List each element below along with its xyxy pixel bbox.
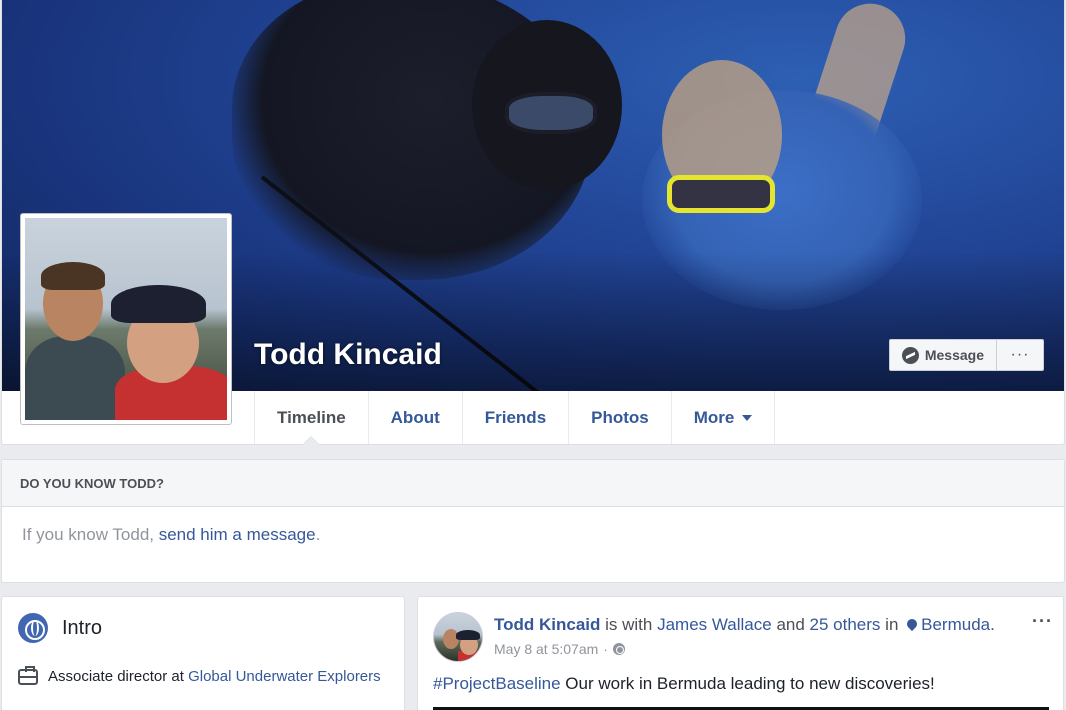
tab-more[interactable]: More xyxy=(672,391,776,444)
timeline-post: Todd Kincaid is with James Wallace and 2… xyxy=(417,596,1064,710)
do-you-know-suffix: . xyxy=(315,525,321,544)
caret-down-icon xyxy=(742,414,753,421)
intro-card: Intro Associate director at Global Under… xyxy=(1,596,405,710)
messenger-icon xyxy=(901,346,919,364)
tab-more-label: More xyxy=(693,407,735,427)
tab-friends[interactable]: Friends xyxy=(463,391,570,444)
post-header: Todd Kincaid is with James Wallace and 2… xyxy=(494,615,995,635)
post-with-text: is with xyxy=(600,615,658,634)
do-you-know-prefix: If you know Todd, xyxy=(22,525,159,544)
intro-work-row: Associate director at Global Underwater … xyxy=(18,666,398,687)
hashtag-link[interactable]: #ProjectBaseline xyxy=(433,674,561,693)
profile-picture-image xyxy=(25,218,227,420)
message-button-label: Message xyxy=(924,347,984,363)
post-period: . xyxy=(990,615,995,634)
profile-picture-cap xyxy=(111,285,206,323)
profile-picture-person-left xyxy=(25,336,125,420)
post-meta-separator: · xyxy=(603,641,608,657)
post-timestamp[interactable]: May 8 at 5:07am xyxy=(494,641,598,657)
do-you-know-heading: DO YOU KNOW TODD? xyxy=(2,460,1064,507)
message-button[interactable]: Message xyxy=(890,340,997,370)
intro-title: Intro xyxy=(62,616,103,639)
post-author-avatar[interactable] xyxy=(433,612,483,662)
send-message-link[interactable]: send him a message xyxy=(159,525,316,544)
globe-icon xyxy=(18,613,48,643)
do-you-know-card: DO YOU KNOW TODD? If you know Todd, send… xyxy=(1,459,1065,583)
post-and-text: and xyxy=(771,615,810,634)
privacy-globe-icon[interactable] xyxy=(612,643,625,655)
post-in-text: in xyxy=(880,615,904,634)
profile-name[interactable]: Todd Kincaid xyxy=(254,338,442,372)
cover-diver-right-mask xyxy=(667,175,775,213)
location-link[interactable]: Bermuda xyxy=(921,615,990,634)
do-you-know-text: If you know Todd, send him a message. xyxy=(2,507,1064,563)
post-text: #ProjectBaseline Our work in Bermuda lea… xyxy=(433,674,935,694)
tab-about[interactable]: About xyxy=(369,391,463,444)
tagged-others-link[interactable]: 25 others xyxy=(810,615,881,634)
avatar-cap xyxy=(456,630,480,640)
post-author-link[interactable]: Todd Kincaid xyxy=(494,615,600,634)
employer-link[interactable]: Global Underwater Explorers xyxy=(188,668,381,685)
tab-about-label: About xyxy=(390,407,440,427)
tab-timeline-label: Timeline xyxy=(277,407,346,427)
tab-timeline[interactable]: Timeline xyxy=(255,391,369,445)
tab-photos[interactable]: Photos xyxy=(569,391,672,444)
cover-actions: Message ··· xyxy=(888,339,1044,371)
more-options-button[interactable]: ··· xyxy=(997,340,1043,370)
tab-photos-label: Photos xyxy=(591,407,649,427)
post-options-button[interactable]: ··· xyxy=(1032,611,1053,632)
location-pin-icon xyxy=(905,616,920,632)
profile-picture[interactable] xyxy=(20,213,232,425)
intro-work-prefix: Associate director at xyxy=(48,668,189,685)
cover-diver-left-mask xyxy=(505,92,597,134)
profile-tabs: Timeline About Friends Photos More xyxy=(254,391,776,445)
intro-header: Intro xyxy=(18,613,102,643)
post-meta: May 8 at 5:07am · xyxy=(494,641,625,657)
intro-work-text: Associate director at Global Underwater … xyxy=(48,667,381,687)
post-body: Our work in Bermuda leading to new disco… xyxy=(560,674,935,693)
briefcase-icon xyxy=(18,666,38,685)
tab-friends-label: Friends xyxy=(484,407,547,427)
profile-picture-hair-left xyxy=(41,262,105,290)
tagged-person-link[interactable]: James Wallace xyxy=(657,615,772,634)
